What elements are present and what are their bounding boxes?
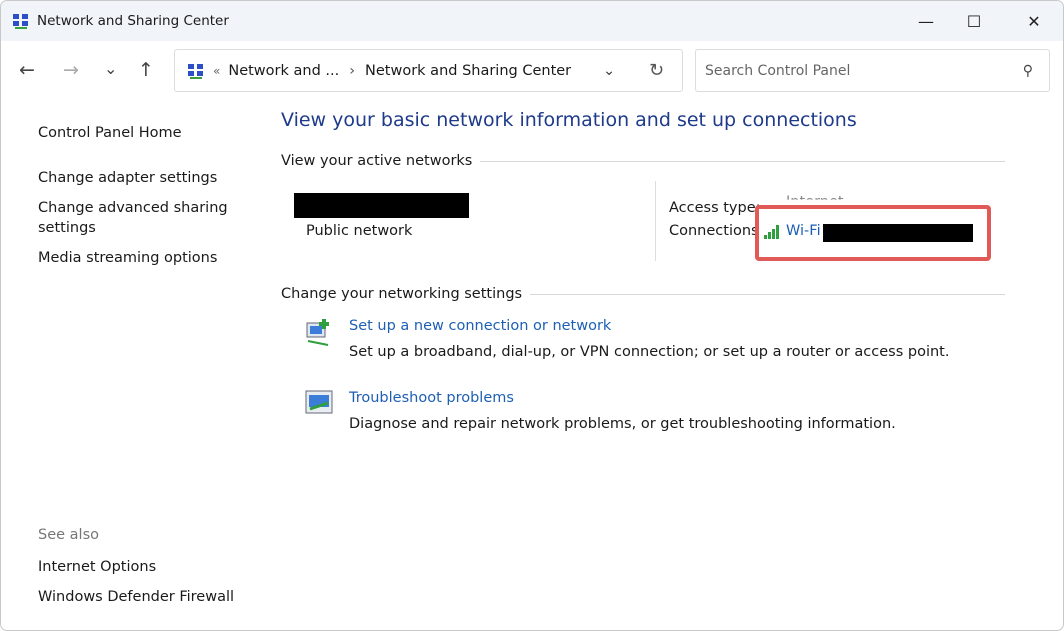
up-button[interactable]: ↑ [138,59,154,81]
divider [655,181,656,261]
sidebar-item-control-panel-home[interactable]: Control Panel Home [38,123,182,143]
active-networks-header: View your active networks [281,153,1005,169]
sidebar-item-advanced-sharing[interactable]: Change advanced sharing settings [38,198,228,238]
network-icon [13,14,28,29]
breadcrumb-network[interactable]: Network and ... [228,63,339,79]
change-settings-header: Change your networking settings [281,286,1005,302]
minimize-button[interactable]: — [903,1,949,41]
setup-connection-desc: Set up a broadband, dial-up, or VPN conn… [349,344,950,360]
overflow-separator[interactable]: « [213,64,220,78]
sidebar-item-adapter-settings[interactable]: Change adapter settings [38,168,217,188]
breadcrumb-current[interactable]: Network and Sharing Center [365,63,571,79]
sidebar-item-media-streaming[interactable]: Media streaming options [38,248,217,268]
search-icon[interactable]: ⚲ [1023,63,1033,79]
access-type-label: Access type: [669,200,761,216]
sidebar-item-internet-options[interactable]: Internet Options [38,557,156,577]
setup-connection-link[interactable]: Set up a new connection or network [349,318,611,334]
sidebar-item-firewall[interactable]: Windows Defender Firewall [38,587,234,607]
troubleshoot-icon [305,390,333,414]
troubleshoot-link[interactable]: Troubleshoot problems [349,390,514,406]
chevron-right-icon[interactable]: › [349,63,355,79]
troubleshoot-desc: Diagnose and repair network problems, or… [349,416,896,432]
address-bar[interactable]: « Network and ... › Network and Sharing … [174,49,683,92]
window-title: Network and Sharing Center [37,13,229,29]
connections-label: Connections [669,223,759,239]
window: Network and Sharing Center — ☐ ✕ ← → ⌄ ↑… [0,0,1064,631]
page-title: View your basic network information and … [281,109,857,131]
new-connection-icon [306,319,329,346]
network-type: Public network [306,223,413,239]
title-bar: Network and Sharing Center — ☐ ✕ [1,1,1063,41]
chevron-down-icon[interactable]: ⌄ [603,63,615,79]
highlight-box [755,205,991,261]
refresh-icon[interactable]: ↻ [649,60,664,81]
back-button[interactable]: ← [19,59,35,81]
recent-locations-button[interactable]: ⌄ [104,59,117,78]
network-icon [188,63,203,79]
close-button[interactable]: ✕ [1011,1,1057,41]
search-input[interactable]: Search Control Panel ⚲ [695,49,1050,92]
redacted-network-name [294,193,469,218]
forward-button[interactable]: → [63,59,79,81]
see-also-label: See also [38,527,99,543]
maximize-button[interactable]: ☐ [951,1,997,41]
search-placeholder: Search Control Panel [705,62,851,79]
